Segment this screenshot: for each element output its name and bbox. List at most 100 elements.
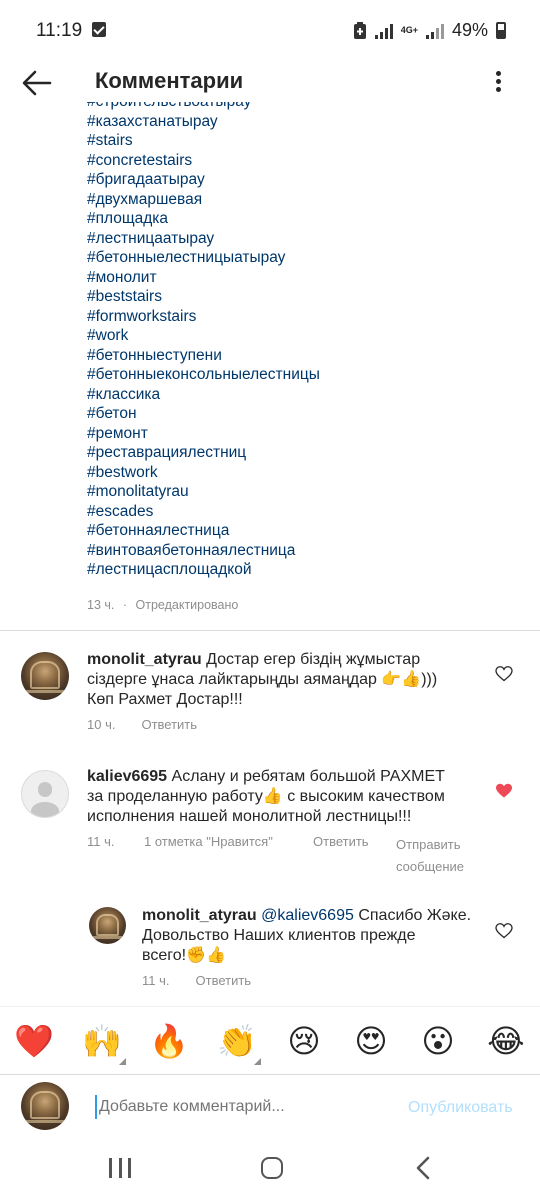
post-caption: #строительствоатырау#казахстанатырау#sta… (87, 102, 527, 592)
hashtag-link[interactable]: #ремонт (87, 424, 320, 444)
comment-body-line2: Довольство Наших клиентов прежде (142, 927, 416, 944)
comment-time: 11 ч. (87, 834, 115, 849)
battery-icon (496, 22, 506, 39)
hashtag-link[interactable]: #казахстанатырау (87, 112, 320, 132)
publish-button[interactable]: Опубликовать (408, 1099, 513, 1117)
comment-text: kaliev6695 Аслану и ребятам большой РАХМ… (87, 767, 487, 827)
caption-time: 13 ч. (87, 598, 115, 612)
header: Комментарии (0, 62, 540, 102)
send-message-line2: сообщение (396, 859, 465, 874)
comment-meta: 11 ч. (87, 834, 115, 849)
comment-body-line2: за проделанную работу👍 с высоким качеств… (87, 788, 445, 805)
comment-mention[interactable]: @kaliev6695 (257, 907, 354, 924)
notification-check-icon (92, 22, 106, 37)
hashtag-link[interactable]: #площадка (87, 209, 320, 229)
hashtag-link[interactable]: #formworkstairs (87, 307, 320, 327)
hashtag-link[interactable]: #бригадаатырау (87, 170, 320, 190)
avatar[interactable] (21, 652, 69, 700)
hashtag-link[interactable]: #двухмаршевая (87, 190, 320, 210)
emoji-crying[interactable]: 😢 (284, 1021, 324, 1061)
liked-heart-icon[interactable] (495, 783, 513, 799)
comment-body-line1: Аслану и ребятам большой РАХМЕТ (167, 768, 445, 785)
hashtag-link[interactable]: #бетонныелестницыатырау (87, 248, 320, 268)
comment-body-line3: Көп Рахмет Достар!!! (87, 691, 243, 708)
hashtag-link[interactable]: #реставрациялестниц (87, 443, 320, 463)
hashtag-link[interactable]: #escades (87, 502, 320, 522)
reply-button[interactable]: Ответить (196, 973, 252, 988)
avatar-default[interactable] (21, 770, 69, 818)
avatar[interactable] (89, 907, 126, 944)
more-options-icon[interactable] (488, 68, 508, 98)
comment-username[interactable]: kaliev6695 (87, 768, 167, 785)
caption-separator: · (122, 598, 128, 612)
like-heart-icon[interactable] (495, 666, 513, 682)
likes-count[interactable]: 1 отметка "Нравится" (144, 834, 273, 849)
send-message-line1: Отправить (396, 837, 461, 852)
comment-body-line2: сіздерге ұнаса лайктарыңды аямаңдар 👉👍))… (87, 671, 438, 688)
reply-button[interactable]: Ответить (141, 717, 197, 732)
signal-icon-2 (425, 23, 444, 39)
send-message-button[interactable]: Отправить сообщение (396, 834, 464, 878)
emoji-clapping-glyph: 👏 (217, 1023, 257, 1059)
like-heart-icon[interactable] (495, 923, 513, 939)
comment-composer: Опубликовать (0, 1074, 540, 1142)
hashtag-link[interactable]: #бетонныеконсольныелестницы (87, 365, 320, 385)
comment-input[interactable] (95, 1095, 395, 1119)
reply-comment-item: monolit_atyrau @kaliev6695 Спасибо Жәке.… (0, 905, 540, 1000)
status-bar: 11:19 4G+ 49% (0, 0, 540, 62)
battery-saver-icon (353, 21, 366, 39)
reply-button[interactable]: Ответить (313, 834, 369, 849)
back-arrow-icon[interactable] (20, 66, 54, 100)
nav-back-icon[interactable] (412, 1156, 436, 1180)
emoji-heart-eyes[interactable]: 😍 (351, 1021, 391, 1061)
emoji-clapping[interactable]: 👏 (217, 1021, 261, 1065)
comment-item: kaliev6695 Аслану и ребятам большой РАХМ… (0, 766, 540, 886)
hashtag-link[interactable]: #concretestairs (87, 151, 320, 171)
hashtag-link[interactable]: #строительствоатырау (87, 102, 320, 112)
comment-body-line1: Достар егер біздің жұмыстар (201, 651, 421, 668)
emoji-fire[interactable]: 🔥 (149, 1021, 189, 1061)
hashtag-link[interactable]: #лестницасплощадкой (87, 560, 320, 580)
emoji-raised-hands[interactable]: 🙌 (82, 1021, 126, 1065)
comment-meta: 10 ч. Ответить (87, 717, 197, 732)
caption-edited: Отредактировано (135, 598, 239, 612)
emoji-surprised[interactable]: 😮 (418, 1021, 458, 1061)
comment-item: monolit_atyrau Достар егер біздің жұмыст… (0, 646, 540, 746)
hashtag-link[interactable]: #monolitatyrau (87, 482, 320, 502)
composer-avatar (21, 1082, 69, 1130)
comment-text: monolit_atyrau Достар егер біздің жұмыст… (87, 650, 482, 710)
comment-text: monolit_atyrau @kaliev6695 Спасибо Жәке.… (142, 906, 482, 966)
hashtag-link[interactable]: #лестницаатырау (87, 229, 320, 249)
status-indicators: 4G+ 49% (353, 20, 506, 41)
hashtag-link[interactable]: #бетон (87, 404, 320, 424)
signal-icon-1 (374, 23, 393, 39)
comment-body-line3: исполнения нашей монолитной лестницы!!! (87, 808, 412, 825)
emoji-laughing[interactable]: 😂 (486, 1021, 526, 1061)
quick-reaction-bar: ❤️ 🙌 🔥 👏 😢 😍 😮 😂 (0, 1006, 540, 1074)
hashtag-link[interactable]: #work (87, 326, 320, 346)
comment-meta: 11 ч. Ответить (142, 973, 251, 988)
comment-body-line1: Спасибо Жәке. (353, 907, 472, 924)
hashtag-link[interactable]: #бетонныеступени (87, 346, 320, 366)
caption-meta: 13 ч. · Отредактировано (87, 598, 238, 612)
recent-apps-icon[interactable] (109, 1158, 131, 1178)
hashtag-link[interactable]: #монолит (87, 268, 320, 288)
comment-username[interactable]: monolit_atyrau (142, 907, 257, 924)
emoji-heart[interactable]: ❤️ (14, 1021, 54, 1061)
divider (0, 630, 540, 631)
emoji-raised-hands-glyph: 🙌 (82, 1023, 122, 1059)
hashtag-link[interactable]: #винтоваябетоннаялестница (87, 541, 320, 561)
battery-percent: 49% (451, 20, 488, 40)
page-title: Комментарии (95, 68, 244, 93)
hashtag-link[interactable]: #классика (87, 385, 320, 405)
hashtag-link[interactable]: #beststairs (87, 287, 320, 307)
hashtag-link[interactable]: #бетоннаялестница (87, 521, 320, 541)
hashtag-link[interactable]: #stairs (87, 131, 320, 151)
home-icon[interactable] (261, 1157, 283, 1179)
comment-body-line3: всего!✊👍 (142, 947, 226, 964)
hashtag-list: #строительствоатырау#казахстанатырау#sta… (87, 102, 320, 580)
status-time: 11:19 (36, 20, 83, 41)
comment-username[interactable]: monolit_atyrau (87, 651, 202, 668)
hashtag-link[interactable]: #bestwork (87, 463, 320, 483)
network-type: 4G+ (400, 25, 418, 35)
